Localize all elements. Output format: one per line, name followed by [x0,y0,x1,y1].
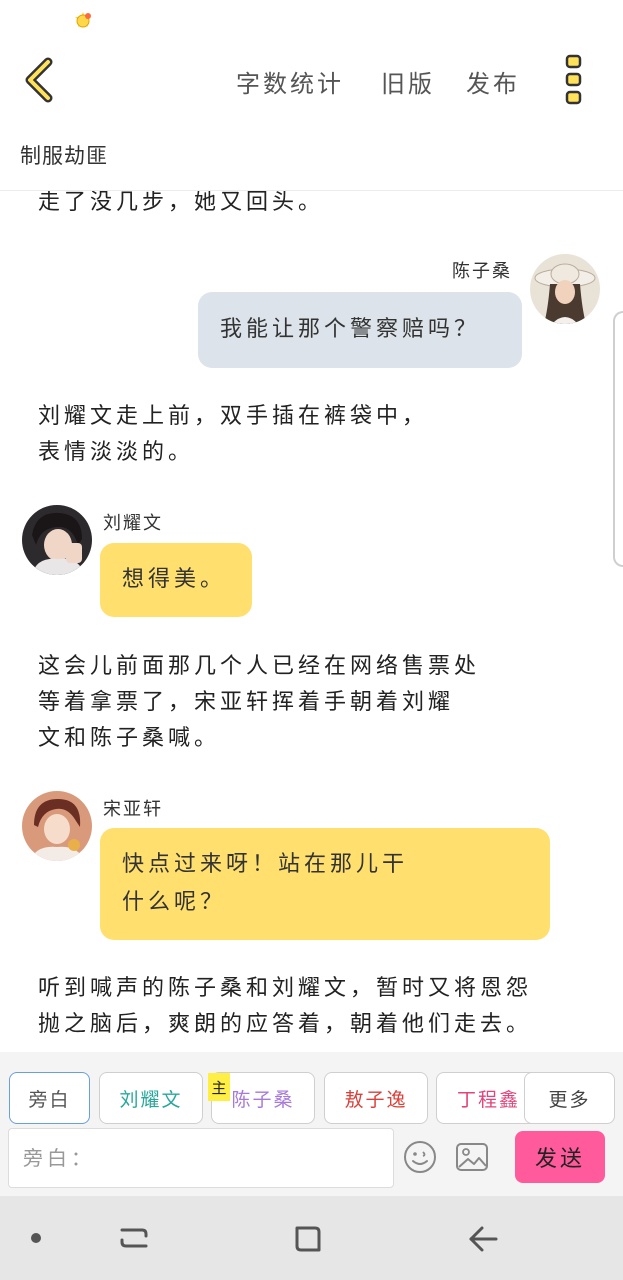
nav-dot-icon[interactable] [30,1232,42,1244]
image-icon [456,1143,488,1171]
more-roles-button[interactable]: 更多 [524,1072,615,1124]
status-bar [0,0,623,40]
message-input-box[interactable] [8,1128,394,1188]
document-title-bar: 制服劫匪 [0,126,623,191]
top-toolbar: 字数统计 旧版 发布 [0,40,623,120]
insert-image-button[interactable] [455,1140,489,1174]
dialogue-bubble[interactable]: 快点过来呀！站在那儿干 什么呢？ [100,828,550,940]
narration-line: 听到喊声的陈子桑和刘耀文，暂时又将恩怨 [38,976,533,1001]
role-composer-panel: 旁白 刘耀文 陈子桑 主 敖子逸 丁程鑫 更多 发送 [0,1052,623,1196]
narration-line: 刘耀文走上前，双手插在裤袋中， [38,404,429,429]
speaker-name: 宋亚轩 [103,799,163,820]
message-input[interactable] [9,1129,393,1187]
dialogue-text: 快点过来呀！站在那儿干 [122,852,409,877]
narration-line: 这会儿前面那几个人已经在网络售票处 [38,654,481,679]
home-icon[interactable] [291,1222,325,1256]
story-content[interactable]: 走了没几步，她又回头。 陈子桑 我能让那个警察赔吗？ 刘耀文走上前，双手插在裤袋… [0,191,623,1052]
narration-paragraph[interactable]: 刘耀文走上前，双手插在裤袋中， 表情淡淡的。 [38,399,428,471]
speaker-name: 刘耀文 [103,513,163,534]
dialogue-text: 想得美。 [122,567,227,592]
notification-icon [75,12,91,28]
role-chip-narrator[interactable]: 旁白 [9,1072,90,1124]
avatar-image [530,254,600,324]
narration-line: 走了没几步，她又回头。 [38,191,325,215]
speaker-name: 陈子桑 [452,261,512,282]
dialogue-bubble[interactable]: 想得美。 [100,543,252,617]
recent-apps-icon[interactable] [118,1222,150,1254]
dialogue-bubble[interactable]: 我能让那个警察赔吗？ [198,292,522,368]
avatar-liu-yaowen[interactable] [22,505,92,575]
role-chip-ao-ziyi[interactable]: 敖子逸 [324,1072,428,1124]
dialogue-text: 什么呢？ [122,890,227,915]
narration-paragraph[interactable]: 听到喊声的陈子桑和刘耀文，暂时又将恩怨 抛之脑后，爽朗的应答着，朝着他们走去。 [38,971,532,1043]
narration-paragraph[interactable]: 这会儿前面那几个人已经在网络售票处 等着拿票了，宋亚轩挥着手朝着刘耀 文和陈子桑… [38,649,480,757]
more-menu-button[interactable] [558,52,588,108]
narration-paragraph[interactable]: 走了没几步，她又回头。 [38,191,324,221]
old-version-button[interactable]: 旧版 [381,64,435,99]
narration-line: 文和陈子桑喊。 [38,726,221,751]
avatar-image [22,791,92,861]
word-count-button[interactable]: 字数统计 [236,64,344,99]
back-button[interactable] [18,54,62,106]
document-title[interactable]: 制服劫匪 [20,140,108,170]
back-nav-icon[interactable] [466,1222,500,1256]
emoji-button[interactable] [403,1140,437,1174]
more-vertical-icon [565,54,582,105]
system-navigation-bar [0,1196,623,1280]
role-chip-liu-yaowen[interactable]: 刘耀文 [99,1072,203,1124]
publish-button[interactable]: 发布 [466,64,520,99]
avatar-chen-zisang[interactable] [530,254,600,324]
narration-line: 等着拿票了，宋亚轩挥着手朝着刘耀 [38,690,455,715]
smiley-icon [404,1141,436,1173]
avatar-song-yaxuan[interactable] [22,791,92,861]
chevron-left-icon [25,57,53,103]
dialogue-text: 我能让那个警察赔吗？ [220,317,481,342]
main-role-badge: 主 [208,1073,230,1101]
narration-line: 抛之脑后，爽朗的应答着，朝着他们走去。 [38,1012,533,1037]
send-button[interactable]: 发送 [515,1131,605,1183]
edge-scroll-handle[interactable] [613,311,623,567]
avatar-image [22,505,92,575]
narration-line: 表情淡淡的。 [38,440,195,465]
